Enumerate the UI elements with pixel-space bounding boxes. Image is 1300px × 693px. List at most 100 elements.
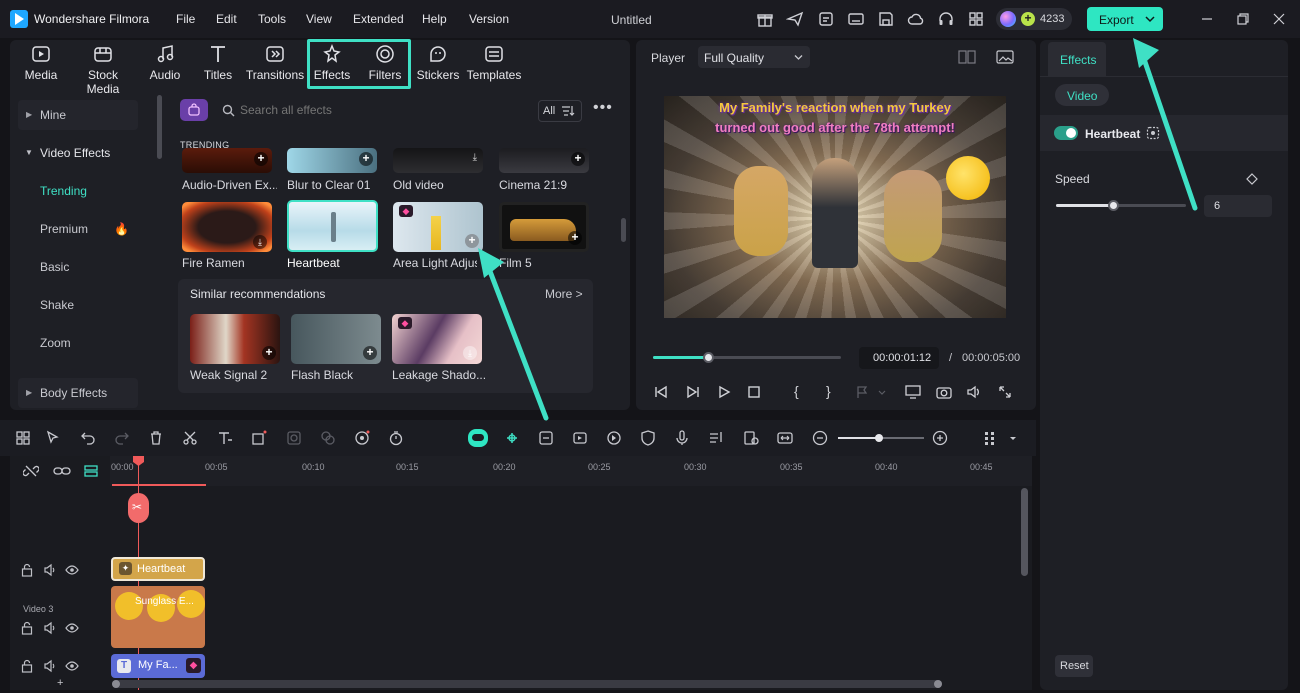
screen-icon[interactable] xyxy=(847,10,865,28)
stop-icon[interactable] xyxy=(747,385,761,399)
maximize-icon[interactable] xyxy=(1236,12,1250,26)
keyframe-diamond-icon[interactable] xyxy=(1246,173,1258,185)
cloud-icon[interactable] xyxy=(907,10,925,28)
sidebar-item-mine[interactable]: ▶ Mine xyxy=(18,100,138,130)
redo-icon[interactable] xyxy=(114,430,130,446)
effect-thumbnail-heartbeat[interactable] xyxy=(287,200,378,252)
add-icon[interactable]: + xyxy=(363,346,377,360)
play-icon[interactable] xyxy=(717,385,731,399)
sidebar-item-basic[interactable]: Basic xyxy=(18,252,138,282)
scissors-icon[interactable] xyxy=(182,430,198,446)
eye-icon[interactable] xyxy=(65,621,79,635)
send-icon[interactable] xyxy=(786,10,804,28)
crop-icon[interactable] xyxy=(251,430,267,446)
video-clip[interactable]: Sunglass E... xyxy=(111,586,205,648)
menu-extended[interactable]: Extended xyxy=(353,12,404,26)
tab-effects[interactable]: Effects xyxy=(302,44,362,82)
fit-width-icon[interactable] xyxy=(777,430,793,446)
shield-icon[interactable] xyxy=(640,430,656,446)
sidebar-item-zoom[interactable]: Zoom xyxy=(18,328,138,358)
menu-version[interactable]: Version xyxy=(469,12,509,26)
add-icon[interactable]: + xyxy=(568,231,582,245)
microphone-icon[interactable] xyxy=(674,430,690,446)
save-icon[interactable] xyxy=(877,10,895,28)
download-icon[interactable]: ⤓ xyxy=(253,235,267,249)
chevron-down-icon[interactable] xyxy=(1145,15,1155,23)
player-progress-track[interactable] xyxy=(653,356,841,359)
sidebar-item-premium[interactable]: Premium 🔥 xyxy=(18,214,138,244)
camera-icon[interactable] xyxy=(936,385,952,399)
effect-toggle[interactable] xyxy=(1054,126,1078,140)
add-track-icon[interactable]: + xyxy=(57,677,63,689)
zoom-out-icon[interactable] xyxy=(812,430,828,446)
scene-detect-icon[interactable] xyxy=(743,430,759,446)
similar-thumbnail[interactable]: + xyxy=(291,314,381,364)
menu-view[interactable]: View xyxy=(306,12,332,26)
lock-icon[interactable] xyxy=(20,563,34,577)
menu-file[interactable]: File xyxy=(176,12,195,26)
speaker-icon[interactable] xyxy=(43,621,57,635)
add-icon[interactable]: + xyxy=(571,152,585,166)
compare-view-icon[interactable] xyxy=(958,50,976,64)
mark-in-icon[interactable]: { xyxy=(794,383,799,399)
zoom-slider-knob[interactable] xyxy=(875,434,883,442)
ai-tool-icon[interactable] xyxy=(354,430,370,446)
delete-icon[interactable] xyxy=(148,430,164,446)
tab-media[interactable]: Media xyxy=(11,44,71,82)
tab-transitions[interactable]: Transitions xyxy=(245,44,305,82)
clip-speed-icon[interactable] xyxy=(572,430,588,446)
add-icon[interactable]: + xyxy=(359,152,373,166)
video-preview[interactable]: My Family's reaction when my Turkey turn… xyxy=(664,96,1006,318)
similar-thumbnail[interactable]: + xyxy=(190,314,280,364)
select-pointer-icon[interactable] xyxy=(45,430,61,446)
stabilize-icon[interactable] xyxy=(606,430,622,446)
color-match-icon[interactable] xyxy=(320,430,336,446)
speaker-icon[interactable] xyxy=(43,659,57,673)
filter-all-button[interactable]: All xyxy=(538,100,582,122)
timeline-vertical-scrollbar[interactable] xyxy=(1021,488,1028,576)
tab-stickers[interactable]: Stickers xyxy=(408,44,468,82)
quality-select[interactable]: Full Quality xyxy=(698,46,810,68)
effect-thumbnail[interactable]: + xyxy=(287,148,377,173)
menu-help[interactable]: Help xyxy=(422,12,447,26)
gift-icon[interactable] xyxy=(756,10,774,28)
sidebar-item-trending[interactable]: Trending xyxy=(18,176,138,206)
similar-thumbnail[interactable]: ◆ ⤓ xyxy=(392,314,482,364)
template-icon[interactable] xyxy=(817,10,835,28)
mark-out-icon[interactable]: } xyxy=(826,383,831,399)
export-button[interactable]: Export xyxy=(1087,7,1163,31)
lock-icon[interactable] xyxy=(20,659,34,673)
headset-icon[interactable] xyxy=(937,10,955,28)
marker-flag-icon[interactable] xyxy=(855,385,869,399)
track-manager-icon[interactable] xyxy=(83,463,99,479)
library-scrollbar[interactable] xyxy=(621,218,626,242)
title-clip[interactable]: T My Fa... ◆ xyxy=(111,654,205,678)
video-subtab[interactable]: Video xyxy=(1055,84,1109,106)
lock-icon[interactable] xyxy=(20,621,34,635)
menu-edit[interactable]: Edit xyxy=(216,12,237,26)
current-time-box[interactable]: 00:00:01:12 xyxy=(859,347,939,369)
effect-thumbnail-fire-ramen[interactable]: ⤓ xyxy=(182,202,272,252)
sidebar-item-shake[interactable]: Shake xyxy=(18,290,138,320)
minimize-icon[interactable] xyxy=(1200,12,1214,26)
sidebar-item-video-effects[interactable]: ▼ Video Effects xyxy=(18,138,138,168)
volume-icon[interactable] xyxy=(966,385,982,399)
text-tool-icon[interactable] xyxy=(217,430,233,446)
mask-icon[interactable] xyxy=(286,430,302,446)
ai-companion-icon[interactable] xyxy=(468,429,488,447)
tab-audio[interactable]: Audio xyxy=(135,44,195,82)
grid-apps-icon[interactable] xyxy=(967,10,985,28)
unlink-icon[interactable] xyxy=(23,463,39,479)
speed-slider-knob[interactable] xyxy=(1108,200,1119,211)
previous-frame-icon[interactable] xyxy=(654,385,668,399)
eye-icon[interactable] xyxy=(65,563,79,577)
sidebar-item-body-effects[interactable]: ▶ Body Effects xyxy=(18,378,138,408)
audio-mixer-icon[interactable] xyxy=(708,430,724,446)
fullscreen-icon[interactable] xyxy=(998,385,1012,399)
ai-effects-button[interactable] xyxy=(180,99,208,121)
link-icon[interactable] xyxy=(53,463,71,479)
add-icon[interactable]: + xyxy=(254,152,268,166)
effect-thumbnail[interactable]: ⤓ xyxy=(393,148,483,173)
add-icon[interactable]: + xyxy=(262,346,276,360)
eye-icon[interactable] xyxy=(65,659,79,673)
